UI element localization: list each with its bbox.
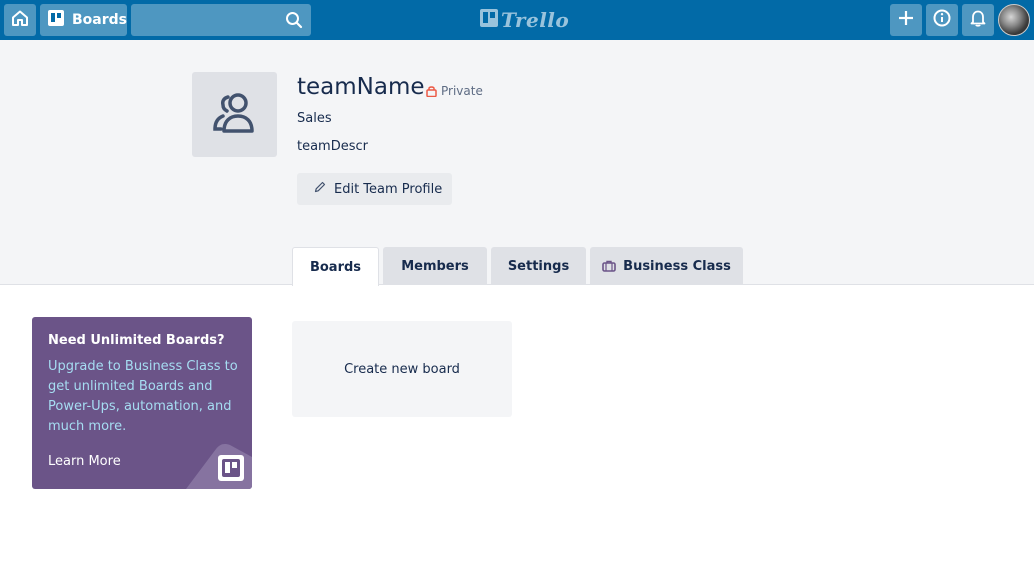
- avatar[interactable]: [998, 4, 1030, 36]
- top-header: Boards Trello: [0, 0, 1034, 40]
- info-button[interactable]: [926, 4, 958, 36]
- home-icon: [11, 9, 29, 31]
- trello-logo-icon: [480, 9, 498, 31]
- tab-label: Settings: [507, 258, 570, 274]
- team-header: teamName Private Sales teamDescr Edit Te…: [0, 40, 1034, 286]
- learn-more-link[interactable]: Learn More: [48, 454, 121, 469]
- visibility-badge[interactable]: Private: [426, 84, 483, 98]
- tab-boards[interactable]: Boards: [292, 247, 379, 286]
- business-class-upsell: Need Unlimited Boards? Upgrade to Busine…: [32, 317, 252, 489]
- trello-logo[interactable]: Trello: [480, 8, 569, 32]
- team-logo: [192, 72, 277, 157]
- boards-button-label: Boards: [72, 12, 127, 28]
- lock-icon: [426, 85, 437, 97]
- search-input[interactable]: [131, 4, 311, 36]
- briefcase-icon: [602, 260, 616, 272]
- home-button[interactable]: [4, 4, 36, 36]
- tab-label: Members: [401, 258, 469, 274]
- tab-settings[interactable]: Settings: [491, 247, 586, 285]
- create-new-board-tile[interactable]: Create new board: [292, 321, 512, 417]
- visibility-label: Private: [441, 84, 483, 98]
- tab-label: Boards: [309, 259, 362, 275]
- boards-icon: [48, 10, 64, 30]
- bell-icon: [970, 9, 986, 31]
- tab-members[interactable]: Members: [383, 247, 487, 285]
- tab-business-class[interactable]: Business Class: [590, 247, 743, 285]
- upsell-body: Upgrade to Business Class to get unlimit…: [48, 359, 238, 434]
- plus-icon: [898, 10, 914, 30]
- team-members-icon: [211, 91, 259, 139]
- edit-team-profile-button[interactable]: Edit Team Profile: [297, 173, 452, 205]
- pencil-icon: [314, 181, 326, 197]
- team-type: Sales: [297, 111, 332, 126]
- edit-team-profile-label: Edit Team Profile: [334, 181, 443, 197]
- info-icon: [933, 9, 951, 31]
- tab-label: Business Class: [623, 258, 731, 274]
- create-new-board-label: Create new board: [344, 361, 460, 377]
- boards-button[interactable]: Boards: [40, 4, 127, 36]
- upsell-title: Need Unlimited Boards?: [48, 333, 225, 348]
- search-icon[interactable]: [285, 11, 303, 29]
- create-button[interactable]: [890, 4, 922, 36]
- team-name: teamName: [297, 74, 425, 100]
- team-description: teamDescr: [297, 139, 368, 154]
- trello-logo-text: Trello: [501, 8, 570, 32]
- trello-board-icon: [218, 455, 244, 481]
- notifications-button[interactable]: [962, 4, 994, 36]
